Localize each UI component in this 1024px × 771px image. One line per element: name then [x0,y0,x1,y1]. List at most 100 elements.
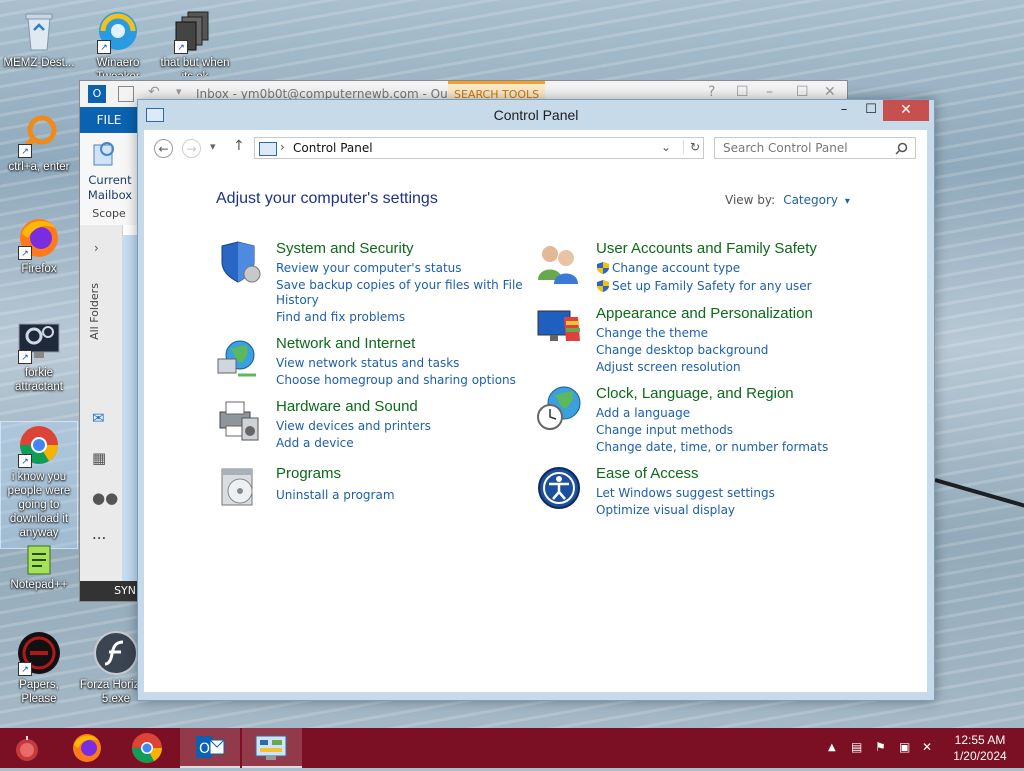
date-time-formats-link[interactable]: Change date, time, or number formats [596,440,828,454]
search-box[interactable]: Search Control Panel [714,137,916,159]
desktop-icon-firefox[interactable]: ↗ Firefox [1,214,77,276]
back-button[interactable]: ← [154,139,173,158]
tray-overflow-icon[interactable]: ▲ [828,742,836,753]
network-status-link[interactable]: View network status and tasks [276,356,459,370]
taskbar-clock[interactable]: 12:55 AM 1/20/2024 [946,732,1014,764]
volume-muted-icon[interactable]: ✕ [922,740,932,754]
appearance-monitor-icon[interactable] [536,305,582,351]
devices-printers-link[interactable]: View devices and printers [276,419,431,433]
network-tray-icon[interactable]: ▣ [899,740,910,754]
appearance-link[interactable]: Appearance and Personalization [596,305,813,322]
desktop-icon-chrome-download[interactable]: ↗ i know you people were going to downlo… [0,421,78,549]
shield-security-icon[interactable] [216,240,262,286]
desktop-icon-papers-please[interactable]: ↗ Papers, Please [1,630,77,706]
file-history-link[interactable]: Save backup copies of your files with Fi… [276,278,523,292]
view-by-category-dropdown[interactable]: Category [783,193,838,207]
hardware-sound-link[interactable]: Hardware and Sound [276,398,418,415]
network-internet-link[interactable]: Network and Internet [276,335,415,352]
change-theme-link[interactable]: Change the theme [596,326,708,340]
outlook-ribbon-display-button[interactable]: ☐ [736,84,749,100]
suggest-settings-link[interactable]: Let Windows suggest settings [596,486,775,500]
users-icon[interactable] [536,240,582,286]
optimize-display-link[interactable]: Optimize visual display [596,503,735,517]
qat-dropdown-icon[interactable]: ▾ [176,85,182,98]
breadcrumb-separator-icon[interactable]: › [280,140,285,154]
start-button[interactable] [0,728,60,768]
people-icon[interactable]: ●● [92,489,118,507]
network-globe-icon[interactable] [216,335,262,381]
more-apps-icon[interactable]: ... [92,525,106,543]
file-tab[interactable]: FILE [80,107,138,133]
clock-language-link[interactable]: Clock, Language, and Region [596,385,794,402]
family-safety-link[interactable]: Set up Family Safety for any user [612,279,812,293]
homegroup-sharing-link[interactable]: Choose homegroup and sharing options [276,373,516,387]
ease-of-access-icon[interactable] [536,465,582,511]
desktop-icon-that-but[interactable]: ↗ that but when its ok [157,8,233,76]
outlook-help-button[interactable]: ? [708,84,715,100]
category-network-internet: Network and Internet View network status… [216,335,516,387]
close-button[interactable]: ✕ [883,100,929,121]
clock-time: 12:55 AM [954,733,1006,747]
change-account-type-link[interactable]: Change account type [612,261,740,275]
programs-disc-icon[interactable] [216,465,262,511]
taskbar-control-panel[interactable] [242,728,302,768]
control-panel-window[interactable]: Control Panel – ☐ ✕ ← → ▾ ↑ › Control Pa… [137,99,935,701]
mail-icon[interactable]: ✉ [92,409,105,427]
taskbar-outlook[interactable]: O [180,728,240,768]
ease-of-access-link[interactable]: Ease of Access [596,465,699,482]
forward-button[interactable]: → [182,139,201,158]
file-history-link-cont[interactable]: History [276,293,319,307]
find-fix-problems-link[interactable]: Find and fix problems [276,310,405,324]
desktop-icon-memz[interactable]: MEMZ-Dest... [1,8,77,70]
address-dropdown-icon[interactable]: ⌄ [661,140,671,154]
monitor-gear-icon: ↗ [16,318,62,364]
programs-link[interactable]: Programs [276,465,341,482]
uac-shield-icon [597,280,609,292]
taskbar-chrome[interactable] [118,728,178,768]
taskbar-firefox[interactable] [58,728,118,768]
input-methods-link[interactable]: Change input methods [596,423,733,437]
desktop-background-link[interactable]: Change desktop background [596,343,768,357]
review-status-link[interactable]: Review your computer's status [276,261,462,275]
add-device-link[interactable]: Add a device [276,436,354,450]
address-bar[interactable]: › Control Panel ⌄ ↻ [254,137,704,159]
search-icon[interactable] [895,142,908,155]
papers-please-icon: ↗ [16,630,62,676]
desktop-icon-forkie[interactable]: ↗ forkie attractant [1,318,77,394]
screen-resolution-link[interactable]: Adjust screen resolution [596,360,741,374]
expand-folder-pane-icon[interactable]: › [94,241,99,255]
minimize-button[interactable]: – [833,100,855,121]
outlook-maximize-button[interactable]: ☐ [796,84,809,100]
current-mailbox-button[interactable]: Current Mailbox [82,173,138,203]
printer-speaker-icon[interactable] [216,398,262,444]
recent-locations-icon[interactable]: ▾ [210,140,216,153]
current-mailbox-icon[interactable] [92,139,118,167]
desktop-icon-ctrl-a[interactable]: ↗ ctrl+a, enter [1,112,77,174]
desktop-icon-winaero[interactable]: ↗ Winaero Tweaker [80,8,156,76]
clock-date: 1/20/2024 [953,749,1007,763]
desktop-icon-label: that but when its ok [160,57,230,76]
breadcrumb-control-panel[interactable]: Control Panel [293,141,373,155]
view-by-dropdown-icon[interactable]: ▾ [845,196,850,207]
desktop-icon-label: ctrl+a, enter [8,161,70,173]
search-input[interactable]: Search Control Panel [723,141,848,155]
all-folders-label[interactable]: All Folders [88,283,101,340]
up-button[interactable]: ↑ [233,138,245,154]
save-icon[interactable] [118,86,134,102]
uninstall-program-link[interactable]: Uninstall a program [276,488,395,502]
outlook-close-button[interactable]: ✕ [824,84,836,100]
system-security-link[interactable]: System and Security [276,240,414,257]
user-accounts-link[interactable]: User Accounts and Family Safety [596,240,817,257]
outlook-minimize-button[interactable]: – [766,84,773,100]
desktop-icon-notepadpp[interactable]: Notepad++ [1,544,77,592]
add-language-link[interactable]: Add a language [596,406,690,420]
flag-icon[interactable]: ⚑ [875,740,886,754]
clock-globe-icon[interactable] [536,385,582,431]
action-center-icon[interactable]: ▤ [851,740,862,754]
refresh-icon[interactable]: ↻ [683,140,700,154]
undo-icon[interactable]: ↶ [148,84,160,100]
calendar-icon[interactable]: ▦ [92,449,106,467]
control-panel-titlebar[interactable]: Control Panel – ☐ ✕ [138,100,934,130]
category-hardware-sound: Hardware and Sound View devices and prin… [216,398,516,450]
maximize-button[interactable]: ☐ [860,100,882,121]
